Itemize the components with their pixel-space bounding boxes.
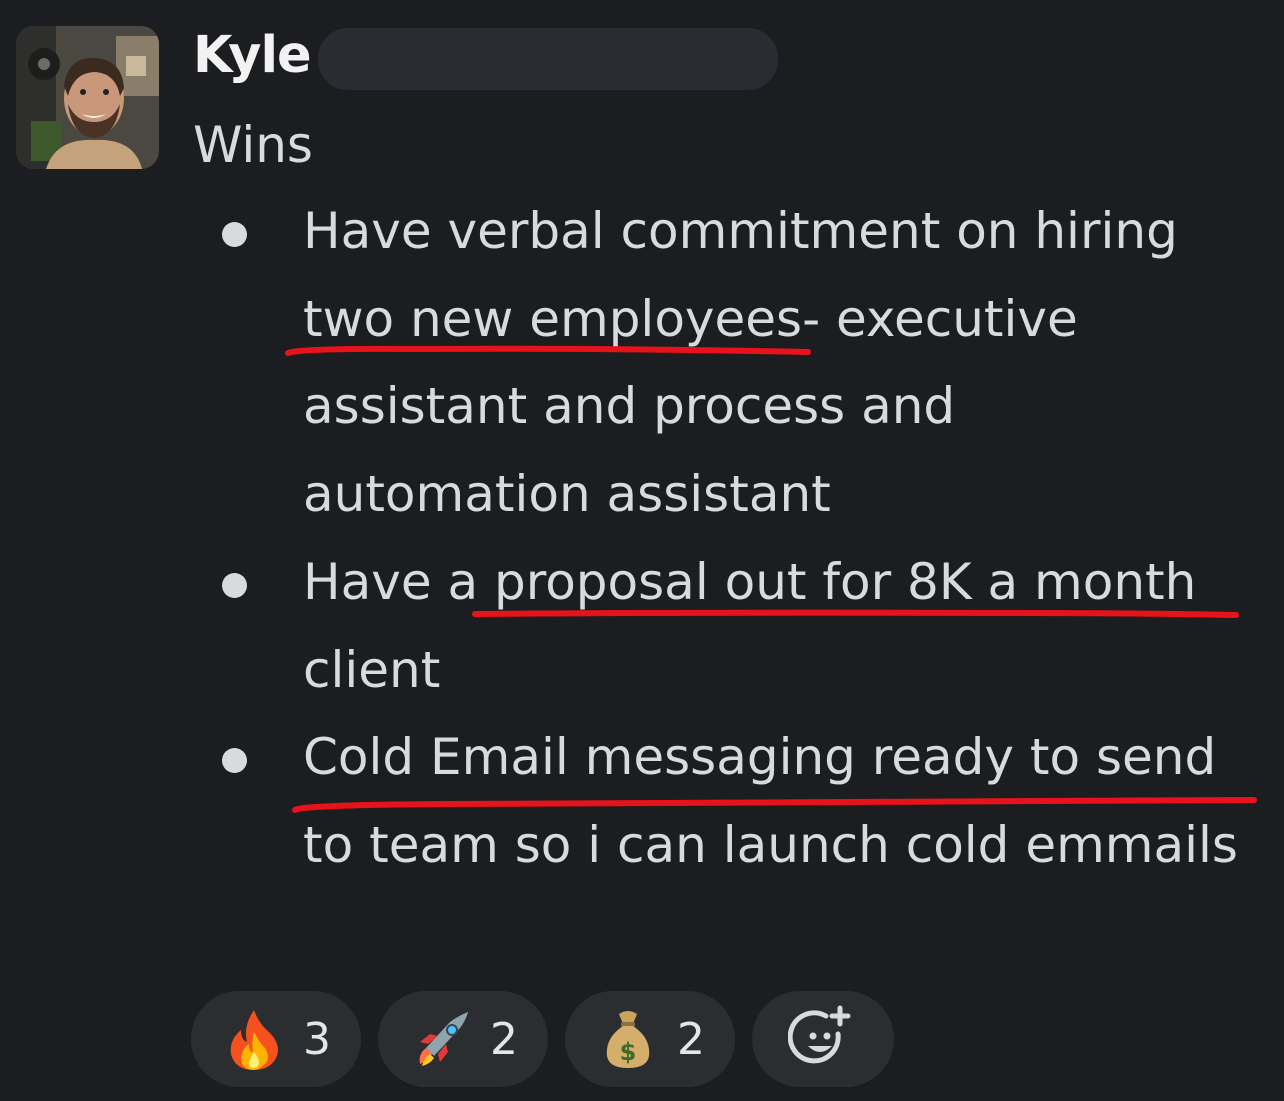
bullet-icon	[222, 572, 247, 598]
bullet-icon	[222, 748, 247, 774]
add-reaction-button[interactable]	[752, 991, 894, 1087]
reaction-money-bag[interactable]: $ 2	[565, 991, 735, 1087]
bullet-icon	[222, 222, 247, 247]
rocket-icon	[419, 1012, 468, 1066]
reaction-count: 2	[490, 1013, 518, 1065]
reaction-count: 3	[303, 1013, 331, 1065]
redacted-timestamp	[318, 28, 778, 90]
add-reaction-icon	[788, 1005, 851, 1064]
list-item-text: Have a proposal out for 8K a month clien…	[303, 552, 1197, 699]
reaction-rocket[interactable]: 2	[378, 991, 548, 1087]
list-item: Cold Email messaging ready to send to te…	[0, 714, 1284, 889]
money-bag-icon: $	[606, 1011, 650, 1068]
list-item-text: Have verbal commitment on hiring two new…	[303, 202, 1178, 524]
reaction-fire[interactable]: 3	[191, 991, 361, 1087]
list-item-text: Cold Email messaging ready to send to te…	[303, 728, 1238, 874]
list-item: Have a proposal out for 8K a month clien…	[0, 539, 1284, 714]
bullet-list: Have verbal commitment on hiring two new…	[0, 188, 1284, 890]
svg-text:$: $	[620, 1038, 637, 1066]
fire-icon	[230, 1010, 278, 1070]
author-name[interactable]: Kyle	[193, 26, 312, 86]
reaction-count: 2	[677, 1013, 705, 1065]
reactions-bar: 3 2 $ 2	[191, 991, 894, 1087]
list-item: Have verbal commitment on hiring two new…	[0, 188, 1283, 539]
message-heading: Wins	[193, 116, 313, 174]
avatar[interactable]	[16, 26, 159, 169]
